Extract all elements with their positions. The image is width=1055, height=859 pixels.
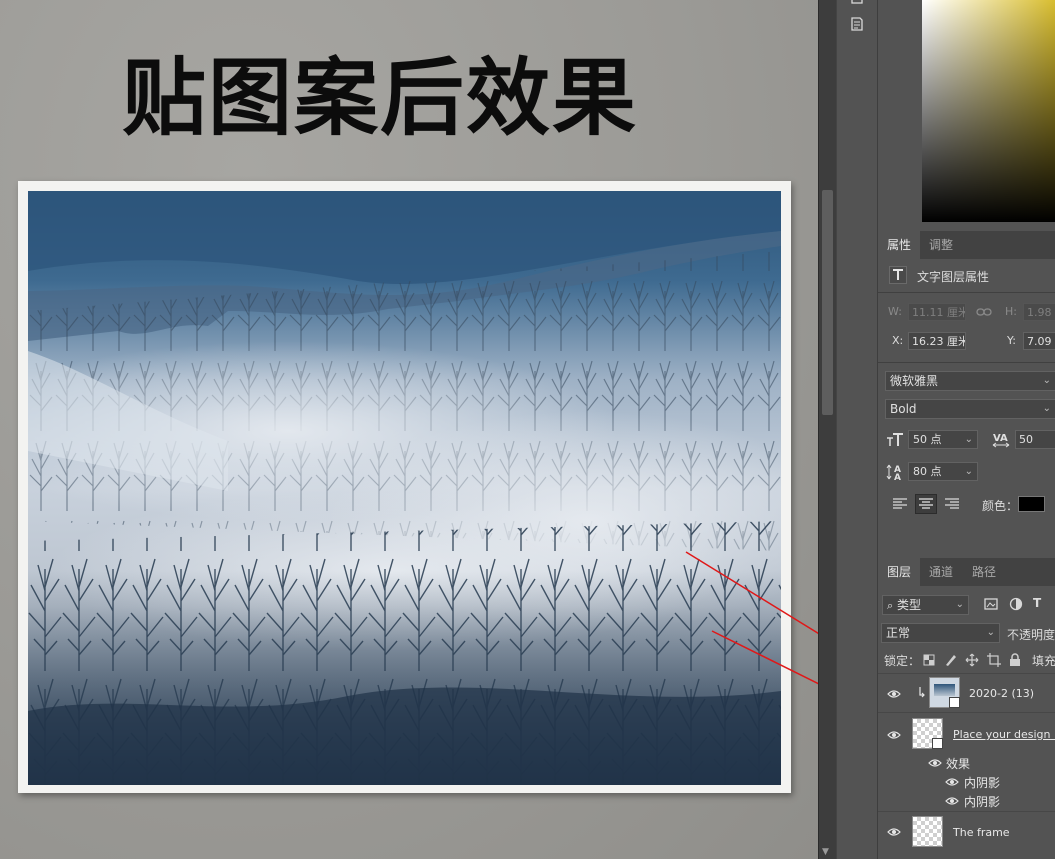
- eye-icon[interactable]: [945, 777, 959, 787]
- layer-thumbnail: [912, 718, 943, 749]
- align-right-button[interactable]: [941, 494, 963, 514]
- panel-icon[interactable]: [850, 0, 864, 9]
- blend-mode-dropdown[interactable]: 正常 ⌄: [881, 623, 1000, 643]
- eye-icon[interactable]: [887, 827, 901, 837]
- tab-paths[interactable]: 路径: [963, 558, 1005, 586]
- canvas-heading-text: 贴图案后效果: [122, 49, 639, 147]
- x-position-field[interactable]: 16.23 厘米: [908, 332, 966, 350]
- fill-label: 填充: [1032, 654, 1055, 668]
- image-filter-icon[interactable]: [984, 598, 998, 610]
- picture-frame: [18, 181, 791, 793]
- leading-icon: A A: [886, 464, 901, 481]
- eye-icon[interactable]: [928, 758, 942, 768]
- align-left-icon: [893, 498, 907, 509]
- layer-row-2020-2[interactable]: 2020-2 (13): [878, 674, 1055, 712]
- layer-row-the-frame[interactable]: The frame: [878, 812, 1055, 852]
- layer-name[interactable]: The frame: [953, 826, 1010, 839]
- x-label: X:: [892, 334, 904, 347]
- svg-text:A: A: [894, 473, 901, 481]
- font-size-icon: [887, 433, 903, 446]
- align-center-icon: [919, 498, 933, 509]
- y-label: Y:: [1007, 334, 1016, 347]
- chevron-down-icon: ⌄: [955, 599, 964, 610]
- tracking-field[interactable]: 50: [1015, 430, 1055, 449]
- leading-field[interactable]: 80 点 ⌄: [908, 462, 978, 481]
- layer-name[interactable]: Place your design here: [953, 728, 1055, 741]
- collapsed-panel-strip: [836, 0, 878, 859]
- tab-properties[interactable]: 属性: [878, 231, 921, 259]
- inner-shadow-effect[interactable]: 内阴影: [964, 774, 1000, 791]
- text-layer-properties-title: 文字图层属性: [917, 270, 990, 284]
- color-picker-field[interactable]: [922, 0, 1055, 222]
- layer-row-place-your-design[interactable]: Place your design here: [878, 713, 1055, 753]
- search-icon: ⌕: [887, 599, 894, 612]
- type-filter-icon[interactable]: T: [1033, 596, 1041, 610]
- adjustment-filter-icon[interactable]: [1009, 597, 1023, 611]
- clipping-mask-icon: [919, 687, 925, 698]
- lock-image-pixels-icon[interactable]: [944, 653, 958, 667]
- layer-name[interactable]: 2020-2 (13): [969, 687, 1034, 700]
- y-position-field[interactable]: 7.09: [1023, 332, 1055, 350]
- eye-icon[interactable]: [945, 796, 959, 806]
- font-size-value: 50 点: [913, 433, 942, 446]
- svg-text:VA: VA: [993, 433, 1008, 444]
- eye-icon[interactable]: [887, 730, 901, 740]
- font-family-value: 微软雅黑: [890, 374, 939, 388]
- document-canvas[interactable]: 贴图案后效果: [0, 0, 818, 859]
- align-right-icon: [945, 498, 959, 509]
- font-style-value: Bold: [890, 402, 917, 416]
- link-icon[interactable]: [976, 307, 992, 317]
- blend-mode-value: 正常: [886, 626, 911, 640]
- chevron-down-icon: ⌄: [964, 466, 973, 477]
- lock-position-icon[interactable]: [965, 653, 979, 667]
- notes-icon[interactable]: [850, 17, 864, 31]
- text-layer-icon: [889, 266, 907, 284]
- layer-thumbnail: [912, 816, 943, 847]
- lock-transparent-pixels-icon[interactable]: [923, 654, 935, 666]
- misty-forest-photo: [28, 191, 781, 785]
- tab-layers[interactable]: 图层: [878, 558, 921, 586]
- tab-channels[interactable]: 通道: [920, 558, 962, 586]
- inner-shadow-effect[interactable]: 内阴影: [964, 793, 1000, 810]
- effects-label: 效果: [946, 757, 971, 771]
- font-family-dropdown[interactable]: 微软雅黑 ⌄: [885, 371, 1055, 391]
- lock-artboard-icon[interactable]: [987, 653, 1001, 667]
- chevron-down-icon: ⌄: [1042, 375, 1051, 386]
- scrollbar-thumb[interactable]: [822, 190, 833, 415]
- photo-artwork: [28, 191, 781, 785]
- canvas-vertical-scrollbar[interactable]: ▼: [818, 0, 837, 859]
- properties-tab-bar: 属性 调整: [878, 231, 1055, 259]
- height-field[interactable]: 1.98: [1023, 303, 1055, 321]
- layers-tab-bar: 图层 通道 路径: [878, 558, 1055, 586]
- width-label: W:: [888, 305, 902, 318]
- layer-filter-value: 类型: [897, 598, 922, 612]
- chevron-down-icon: ⌄: [964, 434, 973, 445]
- smart-object-icon: [932, 738, 943, 749]
- chevron-down-icon: ⌄: [1042, 403, 1051, 414]
- color-label: 颜色：: [982, 499, 1019, 513]
- eye-icon[interactable]: [887, 689, 901, 699]
- align-left-button[interactable]: [889, 494, 911, 514]
- align-center-button[interactable]: [915, 494, 937, 514]
- lock-label: 锁定：: [884, 654, 921, 668]
- width-field[interactable]: 11.11 厘米: [908, 303, 966, 321]
- tracking-icon: VA: [992, 433, 1010, 448]
- height-label: H:: [1005, 305, 1017, 318]
- leading-value: 80 点: [913, 465, 942, 478]
- opacity-label: 不透明度: [1007, 628, 1055, 642]
- tab-adjustments[interactable]: 调整: [920, 231, 962, 259]
- font-style-dropdown[interactable]: Bold ⌄: [885, 399, 1055, 419]
- right-panel: 属性 调整 文字图层属性 W: 11.11 厘米 H: 1.98 X: 16.2…: [877, 0, 1055, 859]
- scroll-down-arrow-icon[interactable]: ▼: [822, 847, 829, 857]
- smart-object-icon: [949, 697, 960, 708]
- layer-filter-dropdown[interactable]: ⌕ 类型 ⌄: [882, 595, 969, 615]
- layer-effects-group: 效果 内阴影 内阴影: [878, 753, 1055, 811]
- lock-all-icon[interactable]: [1009, 653, 1021, 667]
- text-color-swatch[interactable]: [1018, 496, 1045, 512]
- font-size-field[interactable]: 50 点 ⌄: [908, 430, 978, 449]
- layer-thumbnail: [929, 677, 960, 708]
- chevron-down-icon: ⌄: [986, 627, 995, 638]
